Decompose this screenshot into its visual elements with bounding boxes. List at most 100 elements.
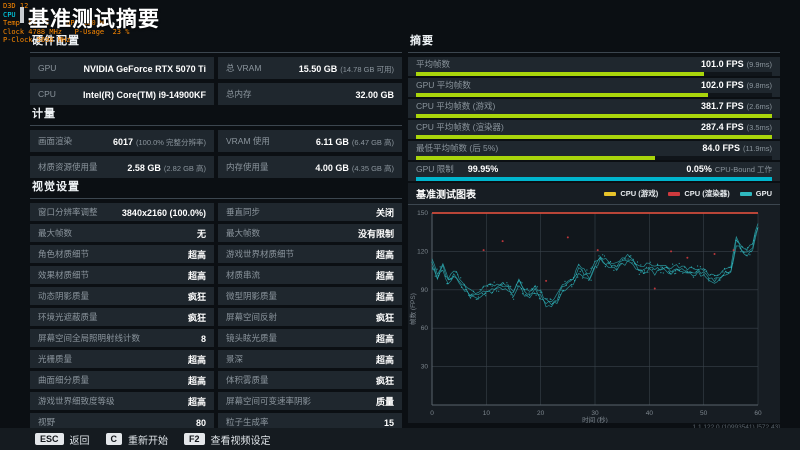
key-action-label: 查看视频设定 — [210, 435, 271, 447]
cell-value: 2.58 GB — [127, 163, 161, 173]
summary-section: 摘要 平均帧数 101.0 FPS (9.9ms) GPU 平均帧数 102.0 FPS… — [408, 30, 780, 183]
stat-value: 381.7 FPS — [701, 101, 744, 111]
cell-label: 景深 — [226, 354, 244, 364]
cell-value: 关闭 — [375, 208, 394, 218]
stat-label: CPU 平均帧数 (游戏) — [416, 101, 496, 111]
metric-cell: 材质资源使用量 2.58 GB (2.82 GB 高) — [30, 156, 214, 178]
hardware-cell: 总内存 32.00 GB — [218, 83, 402, 105]
setting-row: 效果材质细节 超高 材质串流 超高 — [30, 266, 402, 284]
cell-value: 疯狂 — [375, 313, 394, 323]
stat-bar — [416, 93, 772, 97]
stat-label: 平均帧数 — [416, 59, 451, 69]
cell-label: 屏幕空间反射 — [226, 312, 278, 322]
stat-note: (3.5ms) — [746, 123, 772, 132]
stat-value: 84.0 FPS — [702, 143, 740, 153]
bottom-key-bar: ESC 返回 C 重新开始 F2 查看视频设定 — [0, 428, 800, 450]
stat-bar — [416, 72, 772, 76]
setting-row: 最大帧数 无 最大帧数 没有限制 — [30, 224, 402, 242]
kbd-f2[interactable]: F2 — [184, 433, 205, 445]
setting-cell: 屏幕空间全局照明射线计数 8 — [30, 329, 214, 347]
kbd-c[interactable]: C — [105, 433, 123, 445]
legend-item: CPU (渲染器) — [668, 188, 730, 199]
cell-label: 总 VRAM — [226, 63, 262, 73]
setting-cell: 游戏世界细致度等级 超高 — [30, 392, 214, 410]
svg-text:30: 30 — [591, 410, 599, 417]
stat-bar — [416, 114, 772, 118]
stat-bar — [416, 156, 772, 160]
svg-text:150: 150 — [417, 210, 428, 217]
page-title: 基准测试摘要 — [28, 8, 160, 31]
overlay-line-4: P-Clock 5690 MHz — [3, 36, 71, 44]
setting-cell: 光栅质量 超高 — [30, 350, 214, 368]
gpu-bound-stat: GPU 限制 99.95% 0.05% CPU-Bound 工作 — [408, 162, 780, 181]
stat-bar — [416, 177, 772, 181]
setting-cell: 体积雾质量 疯狂 — [218, 371, 402, 389]
metrics-rows: 画面渲染 6017 (100.0% 完整分辨率) VRAM 使用 6.11 GB (6.4… — [30, 130, 402, 178]
hardware-row: CPU Intel(R) Core(TM) i9-14900KF 总内存 32.00 … — [30, 83, 402, 105]
stat-label: 最低平均帧数 (后 5%) — [416, 143, 499, 153]
cell-value: 6.11 GB — [315, 137, 349, 147]
cell-label: 画面渲染 — [38, 136, 73, 146]
cell-value: 没有限制 — [357, 229, 394, 239]
footer-key-c[interactable]: C 重新开始 — [105, 432, 168, 447]
summary-stat: CPU 平均帧数 (游戏) 381.7 FPS (2.6ms) — [408, 99, 780, 118]
hardware-cell: 总 VRAM 15.50 GB (14.78 GB 可用) — [218, 57, 402, 79]
kbd-esc[interactable]: ESC — [35, 433, 64, 445]
metric-row: 画面渲染 6017 (100.0% 完整分辨率) VRAM 使用 6.11 GB (6.4… — [30, 130, 402, 152]
svg-text:50: 50 — [700, 410, 708, 417]
cell-label: 游戏世界材质细节 — [226, 249, 295, 259]
setting-row: 动态阴影质量 疯狂 微型阴影质量 超高 — [30, 287, 402, 305]
cell-value: 超高 — [375, 355, 394, 365]
svg-text:20: 20 — [537, 410, 545, 417]
visual-settings-header: 视觉设置 — [30, 176, 402, 199]
cell-value: 超高 — [187, 355, 206, 365]
legend-item: CPU (游戏) — [604, 188, 658, 199]
setting-cell: 屏幕空间可变速率阴影 质量 — [218, 392, 402, 410]
metric-cell: 内存使用量 4.00 GB (4.35 GB 高) — [218, 156, 402, 178]
visual-settings-section: 视觉设置 窗口分辨率调整 3840x2160 (100.0%) 垂直同步 关闭 最大帧数… — [30, 176, 402, 431]
cell-label: 视野 — [38, 417, 56, 427]
setting-cell: 游戏世界材质细节 超高 — [218, 245, 402, 263]
chart-legend: CPU (游戏) CPU (渲染器) GPU — [604, 188, 772, 199]
summary-header: 摘要 — [408, 30, 780, 53]
benchmark-chart-panel: 基准测试图表 CPU (游戏) CPU (渲染器) GPU 30 60 90 120 150… — [408, 183, 780, 424]
setting-cell: 效果材质细节 超高 — [30, 266, 214, 284]
cell-value: 超高 — [187, 250, 206, 260]
cell-label: 体积雾质量 — [226, 375, 269, 385]
cell-label: GPU — [38, 63, 57, 73]
stat-value: 102.0 FPS — [701, 80, 744, 90]
cell-value: 8 — [200, 334, 206, 344]
cell-label: 效果材质细节 — [38, 270, 90, 280]
cell-label: 游戏世界细致度等级 — [38, 396, 115, 406]
setting-cell: 环境光遮蔽质量 疯狂 — [30, 308, 214, 326]
cell-note: (4.35 GB 高) — [351, 164, 394, 173]
key-action-label: 返回 — [69, 435, 90, 447]
stat-label: GPU 限制 — [416, 164, 454, 174]
stat-note: (9.8ms) — [746, 81, 772, 90]
svg-text:40: 40 — [646, 410, 654, 417]
svg-text:时间 (秒): 时间 (秒) — [582, 415, 608, 423]
footer-key-esc[interactable]: ESC 返回 — [35, 432, 90, 447]
stat-note: (2.6ms) — [746, 102, 772, 111]
stat-label: CPU 平均帧数 (渲染器) — [416, 122, 504, 132]
chart-body: 30 60 90 120 150 0 10 20 30 40 50 60 时间 (秒) 帧数 (FPS) — [408, 205, 780, 428]
chart-header: 基准测试图表 CPU (游戏) CPU (渲染器) GPU — [408, 183, 780, 205]
summary-stat: CPU 平均帧数 (渲染器) 287.4 FPS (3.5ms) — [408, 120, 780, 139]
svg-text:60: 60 — [754, 410, 762, 417]
cell-value: 超高 — [187, 376, 206, 386]
cell-value: 疯狂 — [187, 292, 206, 302]
setting-cell: 屏幕空间反射 疯狂 — [218, 308, 402, 326]
svg-text:0: 0 — [430, 410, 434, 417]
cell-value: 4.00 GB — [315, 163, 349, 173]
stat-bar — [416, 135, 772, 139]
cell-label: 材质资源使用量 — [38, 162, 98, 172]
cell-note: (6.47 GB 高) — [351, 138, 394, 147]
hardware-cell: CPU Intel(R) Core(TM) i9-14900KF — [30, 83, 214, 105]
svg-text:120: 120 — [417, 248, 428, 255]
cell-label: 总内存 — [226, 89, 252, 99]
footer-key-f2[interactable]: F2 查看视频设定 — [184, 432, 271, 447]
stat-note: (11.9ms) — [742, 144, 772, 153]
setting-row: 窗口分辨率调整 3840x2160 (100.0%) 垂直同步 关闭 — [30, 203, 402, 221]
cell-label: 角色材质细节 — [38, 249, 90, 259]
setting-cell: 景深 超高 — [218, 350, 402, 368]
